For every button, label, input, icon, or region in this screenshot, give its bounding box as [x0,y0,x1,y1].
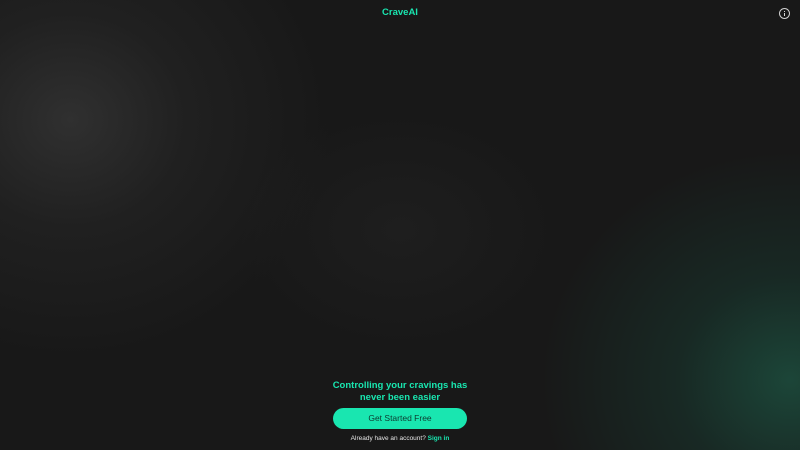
signin-prompt: Already have an account? [350,435,426,442]
hero-headline-line-2: never been easier [359,392,441,403]
get-started-button[interactable]: Get Started Free [333,408,467,429]
info-icon [781,10,788,17]
signin-row: Already have an account? Sign in [0,434,800,443]
hero-headline-line-1: Controlling your cravings has [332,380,468,391]
welcome-screen: CraveAI Controlling your cravings has ne… [0,0,800,450]
hero-headline: Controlling your cravings has never been… [0,380,800,404]
app-title: CraveAI [382,7,418,18]
signin-link[interactable]: Sign in [428,435,450,442]
info-button[interactable] [779,8,790,19]
